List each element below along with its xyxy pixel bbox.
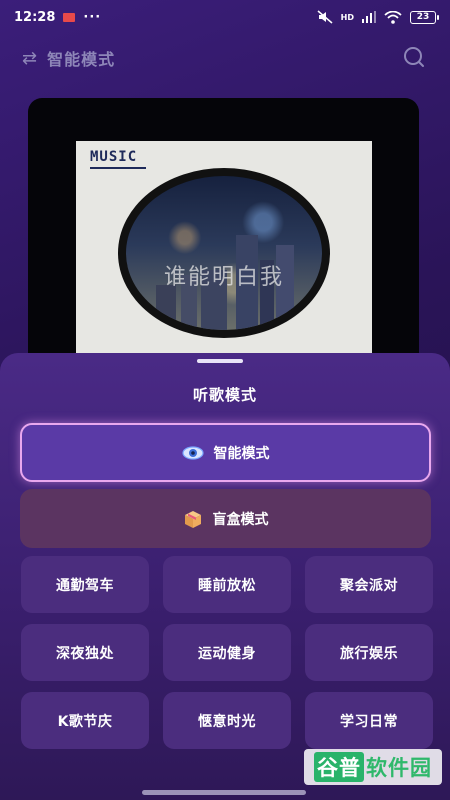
mute-icon [317, 10, 333, 24]
scene-button[interactable]: 聚会派对 [305, 556, 433, 613]
album-overlay-text: 谁能明白我 [163, 265, 284, 290]
gift-box-icon [184, 510, 201, 528]
status-time: 12:28 [14, 9, 56, 25]
scene-button[interactable]: 睡前放松 [163, 556, 291, 613]
scene-button[interactable]: 学习日常 [305, 692, 433, 749]
scene-button[interactable]: 惬意时光 [163, 692, 291, 749]
blind-box-mode-button[interactable]: 盲盒模式 [20, 489, 431, 548]
switch-arrows-icon[interactable]: ⇄ [22, 48, 37, 69]
status-icons: HD 23 [317, 10, 439, 24]
eye-icon [181, 445, 204, 460]
app-header: ⇄ 智能模式 [0, 38, 450, 78]
scene-button[interactable]: 运动健身 [163, 624, 291, 681]
watermark: 谷普 软件园 [304, 749, 442, 785]
more-notifications-icon: ··· [83, 9, 102, 25]
notification-app-icon [63, 12, 76, 22]
album-label: MUSIC [90, 149, 138, 165]
album-cover: MUSIC 谁能明白我 [76, 141, 372, 368]
scene-button[interactable]: K歌节庆 [21, 692, 149, 749]
watermark-text: 软件园 [366, 756, 432, 780]
scene-button[interactable]: 深夜独处 [21, 624, 149, 681]
wifi-icon [384, 10, 402, 24]
album-disc [118, 168, 330, 338]
scene-button[interactable]: 通勤驾车 [21, 556, 149, 613]
network-type-label: HD [340, 12, 354, 22]
sheet-drag-handle[interactable] [197, 359, 243, 363]
album-label-underline [90, 167, 146, 169]
album-card[interactable]: MUSIC 谁能明白我 [28, 98, 419, 368]
status-bar: 12:28 ··· HD 23 [0, 0, 450, 34]
watermark-prefix: 谷普 [314, 752, 364, 782]
blind-box-mode-label: 盲盒模式 [212, 511, 269, 528]
home-indicator[interactable] [142, 790, 306, 795]
scene-grid: 通勤驾车 睡前放松 聚会派对 深夜独处 运动健身 旅行娱乐 K歌节庆 惬意时光 … [21, 556, 433, 749]
search-icon[interactable] [400, 44, 428, 72]
city-night-image [126, 176, 322, 330]
scene-button[interactable]: 旅行娱乐 [305, 624, 433, 681]
sheet-title: 听歌模式 [192, 386, 257, 404]
smart-mode-button[interactable]: 智能模式 [20, 423, 431, 482]
battery-icon: 23 [410, 10, 439, 24]
signal-icon [362, 11, 376, 23]
smart-mode-label: 智能模式 [213, 445, 270, 462]
listening-mode-sheet: 听歌模式 智能模式 盲盒模式 通勤驾车 睡前放松 聚会派对 深夜独处 运动健身 … [0, 353, 450, 800]
page-title: 智能模式 [47, 50, 116, 69]
